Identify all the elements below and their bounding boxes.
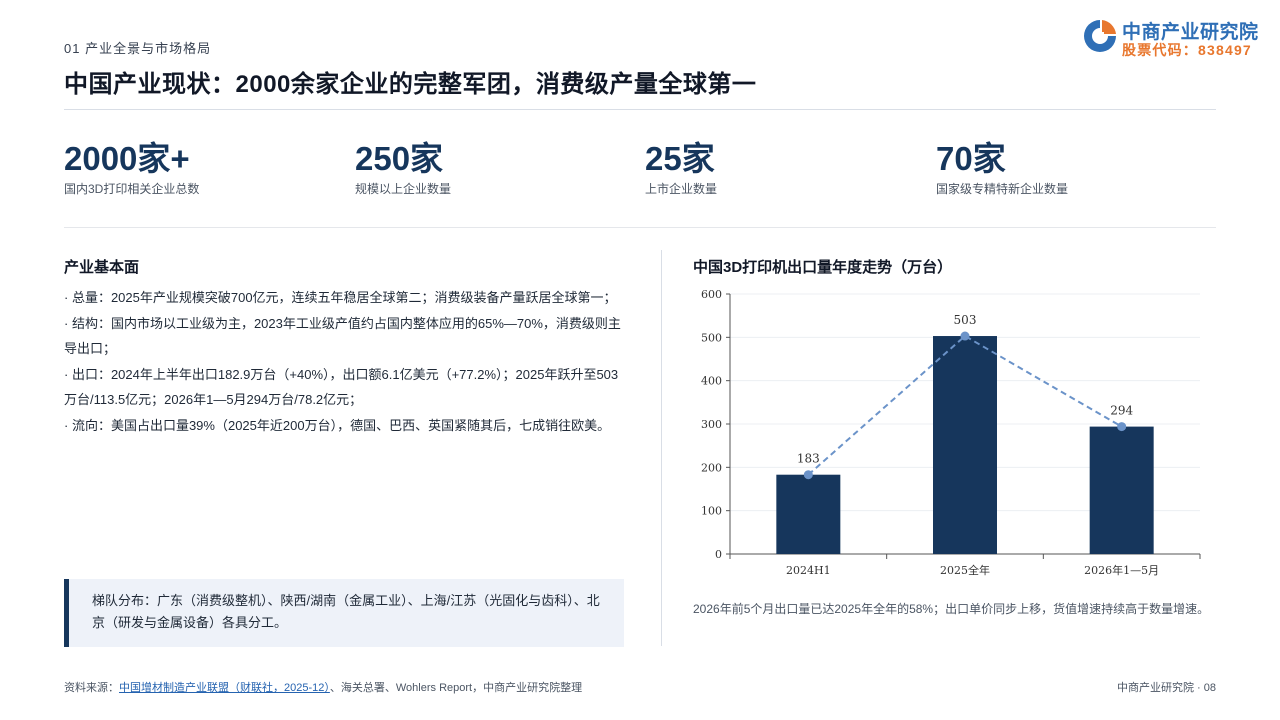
y-tick-label: 500 bbox=[701, 331, 722, 344]
stat-label: 国内3D打印相关企业总数 bbox=[64, 182, 200, 196]
y-tick-label: 400 bbox=[701, 375, 722, 388]
stat-value: 70家 bbox=[936, 140, 1006, 177]
source-rest: 、海关总署、Wohlers Report，中商产业研究院整理 bbox=[329, 682, 583, 694]
chart-title: 中国3D打印机出口量年度走势（万台） bbox=[693, 259, 953, 276]
y-tick-label: 0 bbox=[715, 548, 722, 561]
company-logo: 中商产业研究院 股票代码：838497 bbox=[1082, 16, 1272, 60]
data-label: 183 bbox=[797, 452, 820, 466]
callout-accent-bar bbox=[64, 579, 69, 647]
page-number: 中商产业研究院 · 08 bbox=[1116, 682, 1216, 694]
stat-label: 上市企业数量 bbox=[645, 182, 718, 196]
data-label: 294 bbox=[1110, 404, 1133, 418]
chart-note: 2026年前5个月出口量已达2025年全年的58%；出口单价同步上移，货值增速持… bbox=[693, 602, 1210, 616]
stat-label: 国家级专精特新企业数量 bbox=[936, 182, 1069, 196]
tier-callout: 梯队分布：广东（消费级整机）、陕西/湖南（金属工业）、上海/江苏（光固化与齿科）… bbox=[64, 579, 624, 647]
bar bbox=[933, 336, 997, 554]
y-tick-label: 300 bbox=[701, 418, 722, 431]
bar bbox=[1089, 426, 1154, 554]
trend-point bbox=[1117, 422, 1127, 432]
source-note: 资料来源：中国增材制造产业联盟（财联社，2025-12）、海关总署、Wohler… bbox=[64, 679, 582, 695]
logo-stock-code: 股票代码：838497 bbox=[1122, 42, 1252, 58]
stat-large-scale-companies: 250家 规模以上企业数量 bbox=[355, 140, 451, 197]
callout-text: 梯队分布：广东（消费级整机）、陕西/湖南（金属工业）、上海/江苏（光固化与齿科）… bbox=[92, 593, 600, 630]
fundamentals-title: 产业基本面 bbox=[64, 259, 140, 276]
page-title: 中国产业现状：2000余家企业的完整军团，消费级产量全球第一 bbox=[64, 71, 757, 98]
trend-point bbox=[803, 470, 813, 480]
stats-divider bbox=[64, 227, 1216, 228]
stat-value: 25家 bbox=[645, 140, 715, 177]
source-prefix: 资料来源： bbox=[64, 682, 119, 694]
bullet-flow: · 流向：美国占出口量39%（2025年近200万台），德国、巴西、英国紧随其后… bbox=[64, 417, 611, 433]
stat-listed-companies: 25家 上市企业数量 bbox=[645, 140, 717, 197]
bullet-total: · 总量：2025年产业规模突破700亿元，连续五年稳居全球第二；消费级装备产量… bbox=[64, 290, 617, 305]
column-divider bbox=[661, 250, 662, 646]
bar bbox=[776, 474, 841, 554]
stat-value: 2000家+ bbox=[64, 140, 190, 177]
logo-mark-icon bbox=[1084, 20, 1116, 52]
y-tick-label: 200 bbox=[701, 461, 722, 474]
source-link[interactable]: 中国增材制造产业联盟（财联社，2025-12） bbox=[119, 682, 330, 694]
header-divider bbox=[64, 109, 1216, 110]
data-label: 503 bbox=[954, 313, 977, 327]
section-label: 01 产业全景与市场格局 bbox=[64, 41, 212, 56]
bullet-export: · 出口：2024年上半年出口182.9万台（+40%），出口额6.1亿美元（+… bbox=[64, 366, 619, 408]
bullet-structure: · 结构：国内市场以工业级为主，2023年工业级产值约占国内整体应用的65%—7… bbox=[64, 315, 621, 357]
y-tick-label: 100 bbox=[701, 505, 722, 518]
stat-label: 规模以上企业数量 bbox=[355, 182, 452, 196]
export-volume-chart: 0 100 200 300 400 500 600 2024H1 2025全年 2026年1—5月… bbox=[701, 288, 1201, 577]
x-tick-label: 2024H1 bbox=[786, 564, 831, 577]
x-tick-label: 2026年1—5月 bbox=[1084, 563, 1159, 577]
x-tick-label: 2025全年 bbox=[940, 563, 990, 577]
trend-point bbox=[960, 331, 970, 341]
stat-value: 250家 bbox=[355, 140, 444, 177]
fundamentals-list: · 总量：2025年产业规模突破700亿元，连续五年稳居全球第二；消费级装备产量… bbox=[64, 285, 626, 438]
y-tick-label: 600 bbox=[701, 288, 722, 301]
stat-total-companies: 2000家+ 国内3D打印相关企业总数 bbox=[64, 140, 199, 197]
stat-specialized-companies: 70家 国家级专精特新企业数量 bbox=[936, 140, 1068, 197]
